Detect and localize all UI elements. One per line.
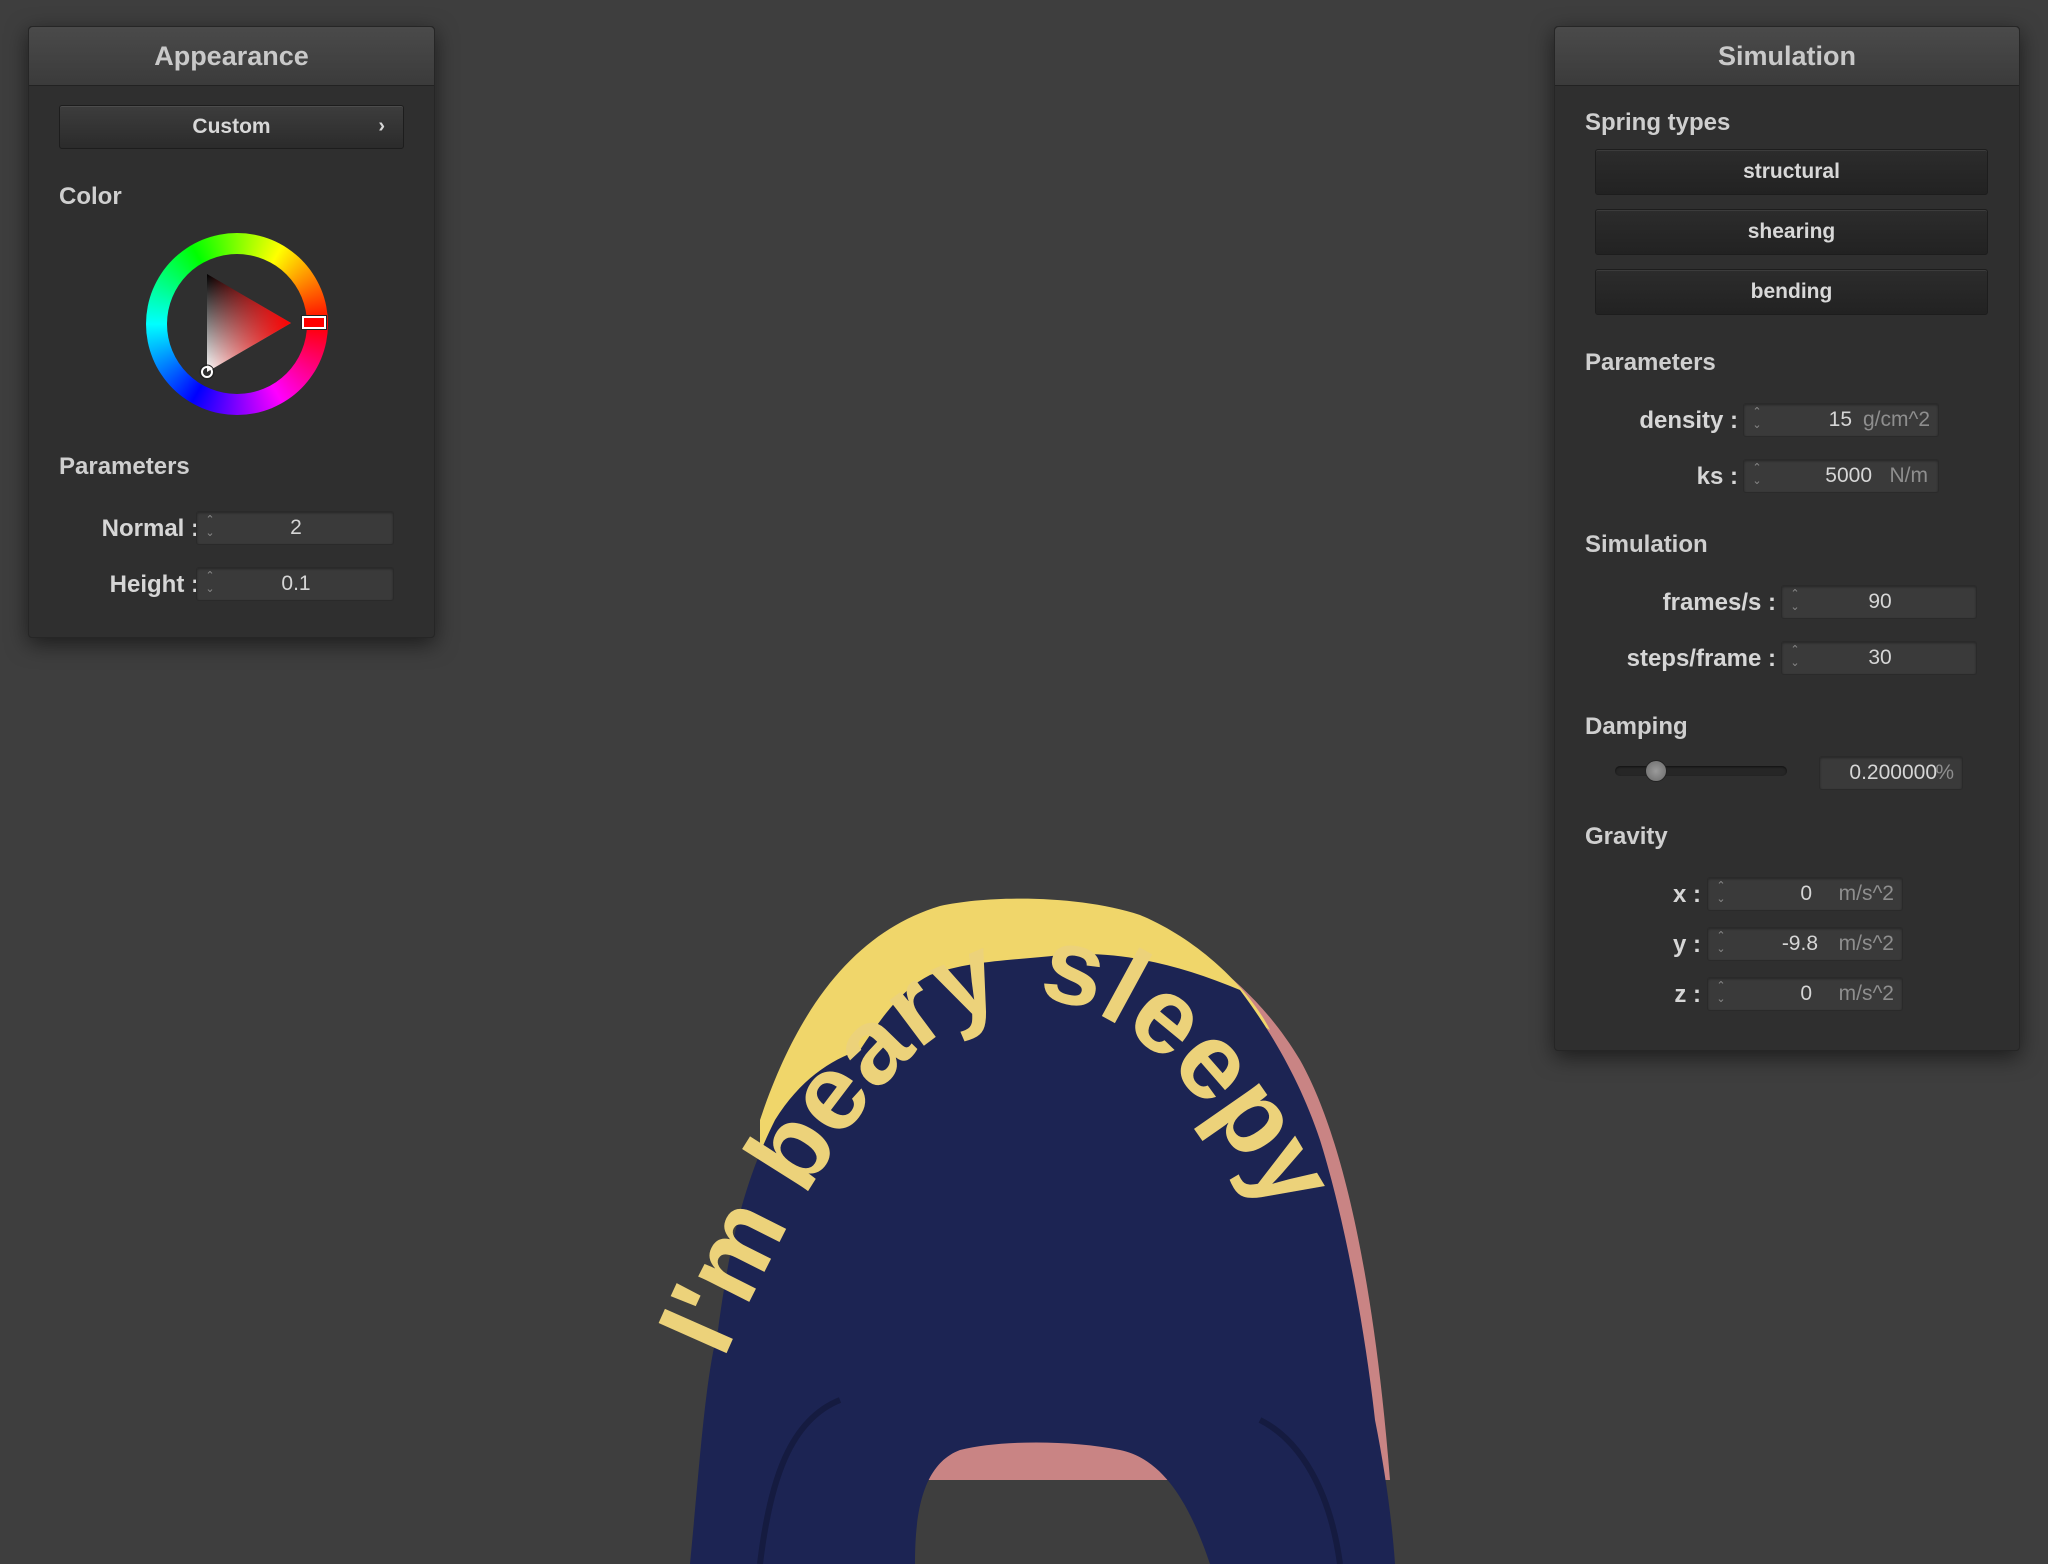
normal-value: 2 [290,516,302,539]
gravity-z-value: 0 [1800,982,1812,1005]
damping-slider-knob[interactable] [1645,760,1668,782]
hue-selector-handle[interactable] [302,316,326,329]
density-unit: g/cm^2 [1862,408,1930,431]
spinner-icon[interactable]: ⌃ ⌄ [1714,980,1728,1008]
cloth-rim [700,901,1390,1480]
gravity-x-value: 0 [1800,882,1812,905]
damping-unit: % [1935,761,1954,784]
steps-per-frame-label: steps/frame : [1626,645,1776,672]
gravity-y-input[interactable]: ⌃ ⌄ -9.8 m/s^2 [1707,927,1903,961]
gravity-label: Gravity [1585,823,1668,850]
ks-value: 5000 [1825,464,1872,487]
gravity-x-unit: m/s^2 [1838,882,1894,905]
gravity-x-input[interactable]: ⌃ ⌄ 0 m/s^2 [1707,877,1903,911]
simulation-section-label: Simulation [1585,531,1708,558]
density-input[interactable]: ⌃ ⌄ 15 g/cm^2 [1743,403,1939,437]
color-wheel[interactable] [146,233,328,415]
cloth-yellow-edge [760,898,1270,1170]
cloth-text: I'm beary sleepy [634,901,1360,1369]
spinner-icon[interactable]: ⌃ ⌄ [1750,406,1764,434]
height-input[interactable]: ⌃ ⌄ 0.1 [196,567,394,601]
spinner-icon[interactable]: ⌃ ⌄ [1714,880,1728,908]
damping-slider[interactable] [1615,760,1787,782]
steps-per-frame-value: 30 [1868,646,1892,669]
appearance-panel-title[interactable]: Appearance [29,27,434,86]
ks-input[interactable]: ⌃ ⌄ 5000 N/m [1743,459,1939,493]
normal-label: Normal : [101,515,199,542]
cloth-body [690,954,1395,1564]
bending-button[interactable]: bending [1595,269,1988,315]
ks-unit: N/m [1889,464,1929,487]
spinner-icon[interactable]: ⌃ ⌄ [1714,930,1728,958]
frames-per-s-input[interactable]: ⌃ ⌄ 90 [1781,585,1977,619]
simulation-panel: Simulation Spring types structural shear… [1554,26,2020,1051]
appearance-panel: Appearance Custom › Color Parameters Nor… [28,26,435,638]
density-value: 15 [1828,408,1852,431]
gravity-x-label: x : [1672,881,1701,908]
damping-value: 0.200000 [1849,761,1937,784]
preset-button-label: Custom [192,115,271,138]
normal-input[interactable]: ⌃ ⌄ 2 [196,511,394,545]
gravity-y-value: -9.8 [1781,932,1818,955]
shearing-button[interactable]: shearing [1595,209,1988,255]
spinner-icon[interactable]: ⌃ ⌄ [1750,462,1764,490]
height-value: 0.1 [281,572,311,595]
gravity-z-label: z : [1674,981,1701,1008]
gravity-y-unit: m/s^2 [1838,932,1894,955]
simulation-parameters-label: Parameters [1585,349,1716,376]
chevron-right-icon: › [378,115,385,137]
gravity-y-label: y : [1672,931,1701,958]
gravity-z-input[interactable]: ⌃ ⌄ 0 m/s^2 [1707,977,1903,1011]
steps-per-frame-input[interactable]: ⌃ ⌄ 30 [1781,641,1977,675]
color-section-label: Color [59,183,122,210]
appearance-parameters-label: Parameters [59,453,190,480]
height-label: Height : [109,571,199,598]
damping-value-field[interactable]: 0.200000 % [1819,756,1963,790]
spring-types-label: Spring types [1585,109,1731,136]
ks-label: ks : [1696,463,1738,490]
structural-button[interactable]: structural [1595,149,1988,195]
preset-dropdown-button[interactable]: Custom › [59,105,404,149]
gravity-z-unit: m/s^2 [1838,982,1894,1005]
color-triangle[interactable] [146,233,328,415]
frames-per-s-label: frames/s : [1662,589,1776,616]
damping-label: Damping [1585,713,1688,740]
density-label: density : [1639,407,1738,434]
frames-per-s-value: 90 [1868,590,1892,613]
simulation-panel-title[interactable]: Simulation [1555,27,2019,86]
